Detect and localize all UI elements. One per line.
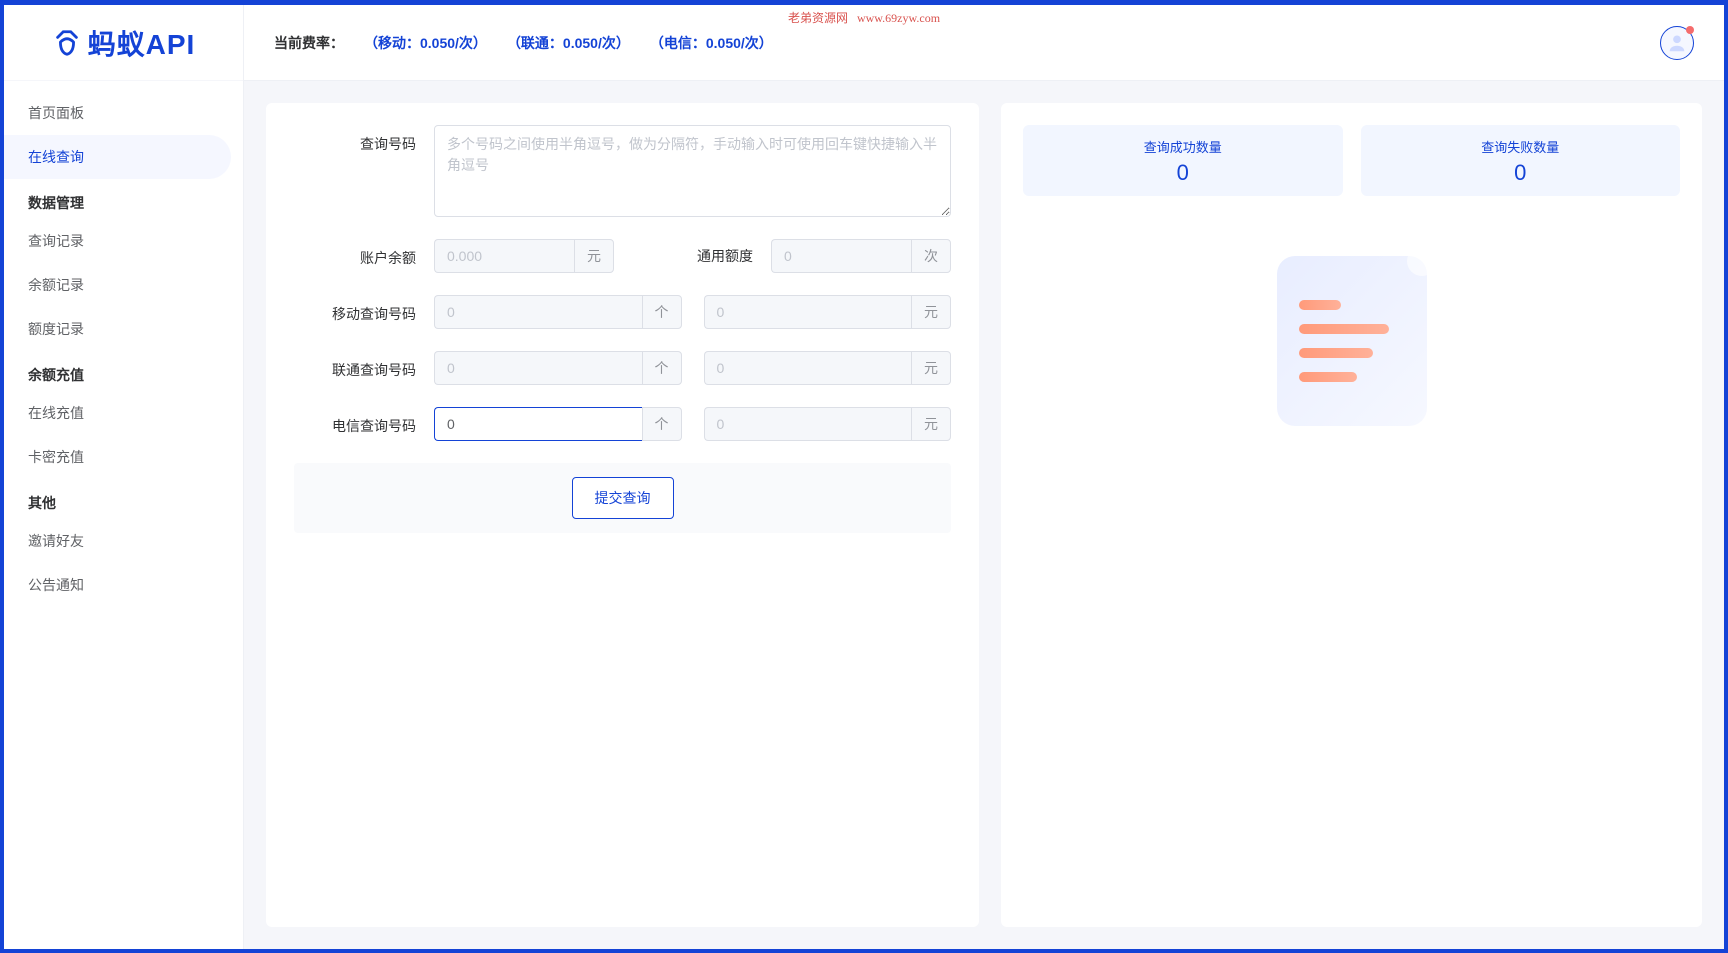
suffix-unicom-count: 个 (642, 351, 682, 385)
ant-icon (52, 28, 82, 58)
nav-balance-records[interactable]: 余额记录 (4, 263, 243, 307)
nav-query-records[interactable]: 查询记录 (4, 219, 243, 263)
suffix-mobile-cost: 元 (911, 295, 951, 329)
sidebar: 蚂蚁API 首页面板 在线查询 数据管理 查询记录 余额记录 额度记录 余额充值… (4, 5, 244, 949)
suffix-unicom-cost: 元 (911, 351, 951, 385)
input-quota (771, 239, 911, 273)
header: 当前费率： （移动：0.050/次） （联通：0.050/次） （电信：0.05… (244, 5, 1724, 81)
nav-group-other: 其他 (4, 479, 243, 519)
input-telecom-cost (704, 407, 912, 441)
nav-invite[interactable]: 邀请好友 (4, 519, 243, 563)
nav: 首页面板 在线查询 数据管理 查询记录 余额记录 额度记录 余额充值 在线充值 … (4, 81, 243, 607)
input-unicom-count (434, 351, 642, 385)
submit-row: 提交查询 (294, 463, 951, 533)
nav-quota-records[interactable]: 额度记录 (4, 307, 243, 351)
label-telecom: 电信查询号码 (294, 407, 434, 436)
notification-dot-icon (1686, 26, 1694, 34)
suffix-mobile-count: 个 (642, 295, 682, 329)
watermark-text: 老弟资源网 (788, 11, 848, 25)
stat-success-label: 查询成功数量 (1031, 137, 1335, 156)
results-panel: 查询成功数量 0 查询失败数量 0 (1001, 103, 1702, 927)
avatar-wrap[interactable] (1660, 26, 1694, 60)
stat-success-value: 0 (1031, 160, 1335, 186)
stat-success: 查询成功数量 0 (1023, 125, 1343, 196)
input-mobile-cost (704, 295, 912, 329)
input-unicom-cost (704, 351, 912, 385)
label-quota: 通用额度 (681, 246, 771, 266)
suffix-quota: 次 (911, 239, 951, 273)
stat-fail-label: 查询失败数量 (1369, 137, 1673, 156)
label-mobile: 移动查询号码 (294, 295, 434, 324)
suffix-telecom-cost: 元 (911, 407, 951, 441)
rate-telecom: （电信：0.050/次） (650, 33, 773, 53)
suffix-telecom-count: 个 (642, 407, 682, 441)
nav-online-query[interactable]: 在线查询 (4, 135, 231, 179)
input-balance (434, 239, 574, 273)
query-form-card: 查询号码 账户余额 元 (266, 103, 979, 927)
input-telecom-count[interactable] (434, 407, 642, 441)
rate-mobile: （移动：0.050/次） (364, 33, 487, 53)
logo-wrap: 蚂蚁API (4, 5, 243, 81)
watermark: 老弟资源网 www.69zyw.com (788, 9, 940, 26)
label-balance: 账户余额 (294, 239, 434, 268)
stat-fail: 查询失败数量 0 (1361, 125, 1681, 196)
empty-state-icon (1023, 256, 1680, 905)
rate-unicom: （联通：0.050/次） (507, 33, 630, 53)
nav-card-recharge[interactable]: 卡密充值 (4, 435, 243, 479)
logo[interactable]: 蚂蚁API (52, 23, 196, 63)
rates-label: 当前费率： (274, 33, 344, 53)
nav-online-recharge[interactable]: 在线充值 (4, 391, 243, 435)
nav-group-recharge: 余额充值 (4, 351, 243, 391)
rates: 当前费率： （移动：0.050/次） （联通：0.050/次） （电信：0.05… (274, 33, 773, 53)
submit-button[interactable]: 提交查询 (572, 477, 674, 519)
input-query-numbers[interactable] (434, 125, 951, 217)
label-unicom: 联通查询号码 (294, 351, 434, 380)
input-mobile-count (434, 295, 642, 329)
label-query-numbers: 查询号码 (294, 125, 434, 154)
nav-dashboard[interactable]: 首页面板 (4, 91, 243, 135)
nav-group-data: 数据管理 (4, 179, 243, 219)
stat-fail-value: 0 (1369, 160, 1673, 186)
watermark-link[interactable]: www.69zyw.com (857, 11, 940, 25)
logo-text: 蚂蚁API (88, 23, 196, 63)
nav-notice[interactable]: 公告通知 (4, 563, 243, 607)
suffix-balance: 元 (574, 239, 614, 273)
